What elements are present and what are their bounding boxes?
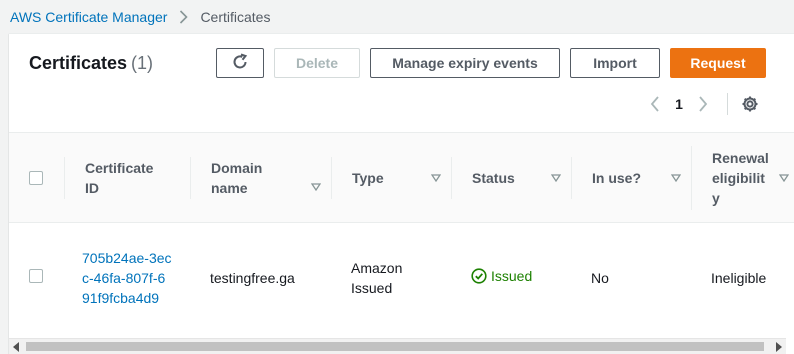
status-text: Issued <box>491 268 533 285</box>
scrollbar-thumb[interactable] <box>26 342 764 351</box>
column-header-certificate-id[interactable]: Certificate ID <box>64 132 190 223</box>
certificate-id-link[interactable]: 705b24ae-3ecc-46fa-807f-691f9fcba4d9 <box>82 250 172 306</box>
column-header-type[interactable]: Type <box>331 132 451 223</box>
breadcrumb-acm-link[interactable]: AWS Certificate Manager <box>10 9 167 25</box>
column-label: Type <box>352 169 384 186</box>
current-page[interactable]: 1 <box>667 96 691 112</box>
certificates-panel: Certificates (1) Delete Manage expiry eve… <box>9 33 794 354</box>
column-label: In use? <box>592 169 642 186</box>
table-row: 705b24ae-3ecc-46fa-807f-691f9fcba4d9 tes… <box>9 223 794 333</box>
gear-icon[interactable] <box>740 95 760 113</box>
select-all-checkbox[interactable] <box>29 170 43 185</box>
certificate-count: (1) <box>131 53 154 73</box>
column-header-domain-name[interactable]: Domain name <box>190 132 331 223</box>
column-label: Certificate ID <box>85 159 154 196</box>
chevron-right-icon <box>179 10 189 24</box>
row-select-cell <box>9 223 64 333</box>
certificates-table: Certificate ID Domain name Type Status I… <box>9 132 794 333</box>
refresh-icon <box>231 53 249 74</box>
chevron-left-icon[interactable] <box>643 96 667 112</box>
pagination-divider <box>727 93 728 115</box>
manage-expiry-events-button[interactable]: Manage expiry events <box>370 48 560 78</box>
sort-caret-icon[interactable] <box>551 173 561 182</box>
refresh-button[interactable] <box>216 48 264 78</box>
column-header-renewal-eligibility[interactable]: Renewal eligibility <box>691 132 794 223</box>
select-all-header <box>9 132 64 223</box>
column-header-status[interactable]: Status <box>451 132 571 223</box>
scroll-left-icon[interactable] <box>13 342 19 352</box>
certificate-id-cell: 705b24ae-3ecc-46fa-807f-691f9fcba4d9 <box>64 223 190 333</box>
column-header-in-use[interactable]: In use? <box>571 132 691 223</box>
horizontal-scrollbar[interactable] <box>9 338 786 354</box>
domain-name-cell: testingfree.ga <box>210 269 295 286</box>
status-badge: Issued <box>471 266 532 286</box>
breadcrumb-current: Certificates <box>200 9 271 25</box>
request-button[interactable]: Request <box>670 48 766 78</box>
page-title: Certificates (1) <box>29 53 153 74</box>
in-use-cell: No <box>591 269 609 286</box>
pagination: 1 <box>643 92 760 116</box>
table-header-row: Certificate ID Domain name Type Status I… <box>9 132 794 223</box>
column-label: Domain name <box>211 159 263 196</box>
column-label: Status <box>472 169 515 186</box>
delete-button[interactable]: Delete <box>274 48 360 78</box>
check-circle-icon <box>471 268 487 284</box>
scroll-right-icon[interactable] <box>776 342 782 352</box>
sort-caret-icon[interactable] <box>431 173 441 182</box>
breadcrumb: AWS Certificate Manager Certificates <box>10 9 270 25</box>
chevron-right-icon[interactable] <box>691 96 715 112</box>
type-cell: Amazon Issued <box>351 259 403 296</box>
import-button[interactable]: Import <box>570 48 660 78</box>
row-checkbox[interactable] <box>29 268 43 283</box>
title-text: Certificates <box>29 53 128 73</box>
sort-caret-icon[interactable] <box>671 173 681 182</box>
column-label: Renewal eligibility <box>712 149 769 206</box>
renewal-eligibility-cell: Ineligible <box>711 269 767 286</box>
sort-caret-icon[interactable] <box>311 182 321 191</box>
sort-caret-icon[interactable] <box>779 173 789 182</box>
status-cell: Issued <box>451 223 571 333</box>
